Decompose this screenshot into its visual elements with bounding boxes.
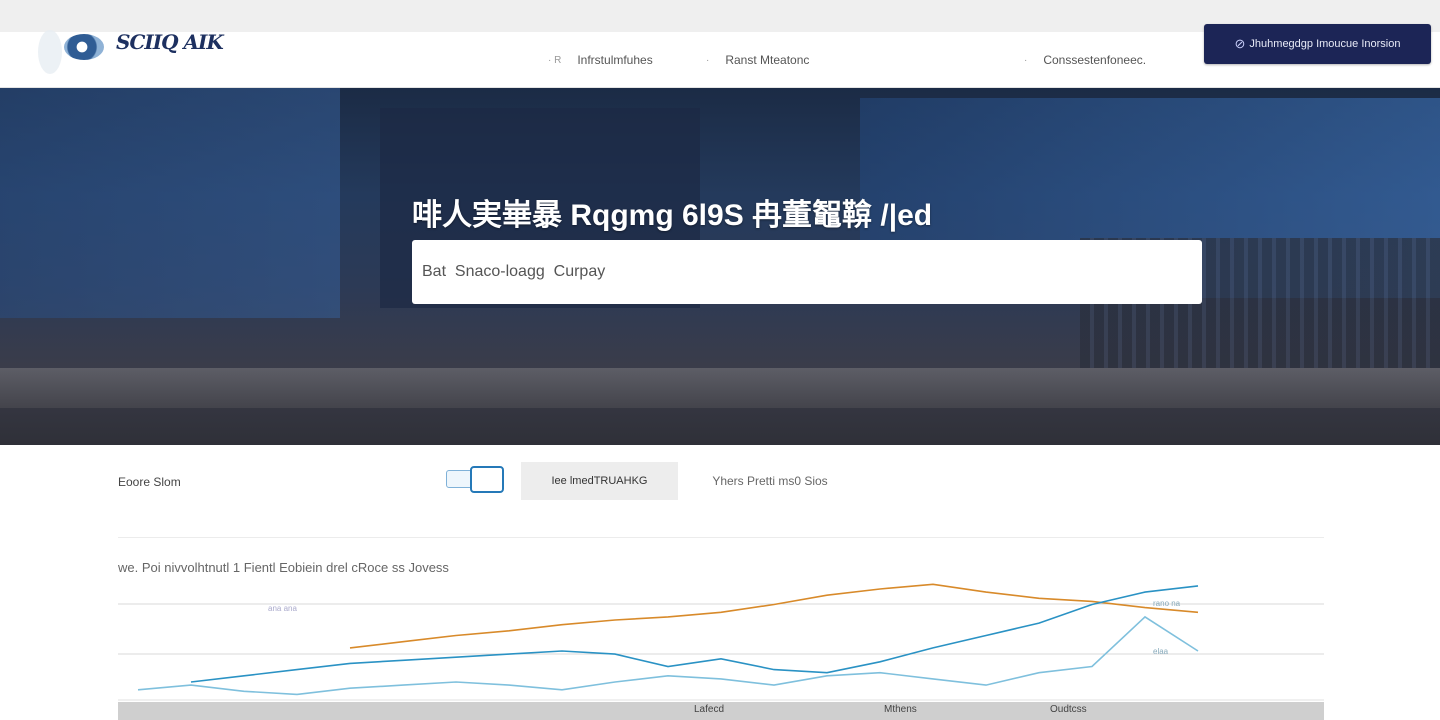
series-annotation: rano na [1153, 599, 1181, 608]
hero-title: 啡人実崋暴 Rqgmg 6l9S 冉董鼅鞥 /|ed [412, 199, 933, 232]
x-tick-label: Oudtcss [1050, 704, 1087, 715]
x-tick-label: Mthens [884, 704, 917, 715]
logo-text: SCIIQ AIK [116, 30, 224, 54]
nav-bullet-icon: · [1024, 54, 1028, 66]
cta-label: Jhuhmegdgp Imoucue Inorsion [1249, 38, 1401, 50]
line-chart-svg: ana ana rano na elaa [118, 583, 1324, 701]
nav-link-2[interactable]: · Ranst Mteatonc [706, 53, 809, 67]
cta-button[interactable]: ⊘ Jhuhmegdgp Imoucue Inorsion [1204, 24, 1431, 64]
chart-controls: Eoore Slom Iee lmedTRUAHKG Yhers Pretti … [0, 445, 1440, 525]
series-annotation: ana ana [268, 604, 297, 613]
company-search-input[interactable] [412, 240, 1202, 304]
nav-link-label: Conssestenfoneec. [1043, 53, 1147, 67]
nav-bullet-icon: · R [548, 54, 562, 66]
nav-link-3[interactable]: · Conssestenfoneec. [1024, 53, 1146, 67]
series-line-2 [190, 585, 1199, 683]
controls-label: Eoore Slom [118, 475, 181, 489]
nav-link-label: Ranst Mteatonc [725, 53, 810, 67]
nav-link-label: Infrstulmfuhes [577, 53, 653, 67]
segment-button-active[interactable]: Iee lmedTRUAHKG [521, 462, 678, 500]
globe-logo-icon [64, 34, 104, 60]
segment-button-other[interactable]: Yhers Pretti ms0 Sios [690, 462, 850, 500]
series-line-1 [349, 583, 1199, 649]
view-toggle[interactable] [446, 466, 504, 493]
nav-link-1[interactable]: · R Infrstulmfuhes [548, 53, 653, 67]
line-chart: we. Poi nivvolhtnutl 1 Fientl Eobiein dr… [118, 537, 1324, 720]
site-logo[interactable]: SCIIQ AIK [36, 30, 276, 76]
hero-background-shape [0, 88, 340, 318]
nav-bullet-icon: · [706, 54, 710, 66]
series-annotation: elaa [1153, 647, 1169, 656]
x-tick-label: Lafecd [694, 704, 725, 715]
series-line-3 [137, 615, 1199, 696]
logo-fade-shape [38, 30, 62, 74]
link-icon: ⊘ [1234, 36, 1246, 51]
hero-background-shape [0, 368, 1440, 408]
toggle-knob [470, 466, 504, 493]
